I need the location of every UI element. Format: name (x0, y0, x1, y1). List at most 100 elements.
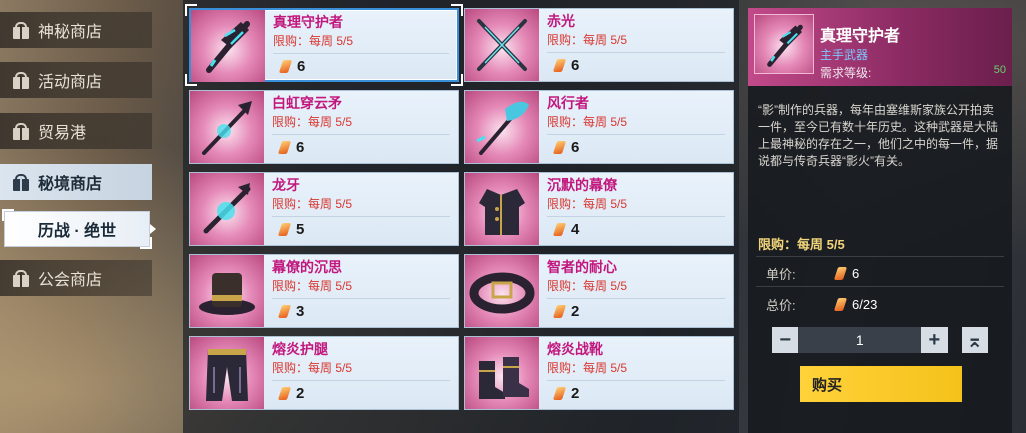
shop-item-price: 2 (277, 385, 305, 402)
sidebar-item-trade-port[interactable]: 贸易港 (0, 113, 152, 149)
shop-item-info: 智者的耐心 限购：每周 5/5 2 (539, 255, 733, 327)
shop-item-limit: 限购：每周 5/5 (547, 115, 628, 129)
selection-corner (185, 4, 197, 16)
shop-item-name: 龙牙 (272, 177, 300, 193)
shop-item-name: 白虹穿云矛 (272, 95, 342, 111)
sidebar-item-guild-shop[interactable]: 公会商店 (0, 260, 152, 296)
divider (273, 53, 449, 54)
shop-item-card[interactable]: 龙牙限购：每周 5/5 5 (189, 172, 459, 246)
shop-item-price-value: 5 (296, 221, 305, 238)
shop-item-name: 风行者 (547, 95, 589, 111)
currency-gem-icon (552, 223, 567, 236)
shop-item-card[interactable]: 沉默的幕僚限购：每周 5/5 4 (464, 172, 734, 246)
shop-item-price-value: 4 (571, 221, 580, 238)
shop-item-card[interactable]: 智者的耐心 限购：每周 5/5 2 (464, 254, 734, 328)
shop-item-card[interactable]: 真理守护者 限购：每周 5/5 6 (185, 4, 463, 86)
divider (272, 380, 450, 381)
quantity-field[interactable]: 1 (798, 327, 922, 353)
shop-item-name: 熔炎战靴 (547, 341, 603, 357)
divider (547, 216, 725, 217)
detail-item-type: 主手武器 (820, 48, 869, 62)
sub-tab-battle-peerless[interactable]: 历战 · 绝世 (2, 209, 152, 249)
increase-quantity-button[interactable]: + (921, 327, 948, 353)
shop-item-price: 6 (278, 58, 306, 75)
decrease-quantity-button[interactable]: − (772, 327, 799, 353)
shop-item-limit: 限购：每周 5/5 (547, 33, 628, 47)
currency-gem-icon (552, 387, 567, 400)
max-quantity-button[interactable]: ⌅ (961, 327, 989, 353)
shop-item-price: 2 (552, 385, 579, 402)
detail-purchase-limit: 限购：每周 5/5 (758, 237, 845, 252)
sub-tab-arrow-icon (150, 224, 156, 234)
shop-item-info: 风行者限购：每周 5/5 6 (539, 91, 733, 163)
shop-item-price-value: 3 (296, 303, 305, 320)
buy-button-label: 购买 (812, 376, 843, 394)
total-price-value: 6/23 (852, 297, 878, 312)
shop-item-price-value: 6 (297, 58, 306, 75)
item-detail-panel: 真理守护者 主手武器 需求等级: 50 “影”制作的兵器，每年由塞维斯家族公开拍… (748, 8, 1012, 433)
detail-header: 真理守护者 主手武器 需求等级: 50 (748, 8, 1012, 86)
shop-item-name: 沉默的幕僚 (547, 177, 617, 193)
sidebar-item-label: 秘境商店 (38, 176, 103, 193)
shop-item-card[interactable]: 幕僚的沉思 限购：每周 5/5 3 (189, 254, 459, 328)
shop-item-card[interactable]: 熔炎护腿 限购：每周 5/5 2 (189, 336, 459, 410)
detail-description: “影”制作的兵器，每年由塞维斯家族公开拍卖一件，至今已有数十年历史。这种武器是大… (758, 103, 999, 168)
currency-gem-icon (277, 141, 292, 154)
divider (272, 298, 450, 299)
divider (547, 298, 725, 299)
unit-price-row: 单价: 6 (766, 264, 859, 283)
shop-item-limit: 限购：每周 5/5 (547, 279, 628, 293)
shop-item-card[interactable]: 熔炎战靴 限购：每周 5/5 2 (464, 336, 734, 410)
sidebar-item-label: 公会商店 (38, 272, 103, 289)
spear-icon (190, 91, 264, 163)
shop-item-card[interactable]: 白虹穿云矛限购：每周 5/5 6 (189, 90, 459, 164)
crossed-swords-icon (465, 9, 539, 81)
total-price-row: 总价: 6/23 (766, 295, 877, 314)
shop-item-info: 龙牙限购：每周 5/5 5 (264, 173, 458, 245)
sidebar-item-secret-realm-shop[interactable]: 秘境商店 (0, 164, 152, 200)
divider (547, 134, 725, 135)
shop-item-card[interactable]: 赤光 限购：每周 5/5 6 (464, 8, 734, 82)
shop-item-info: 幕僚的沉思 限购：每周 5/5 3 (264, 255, 458, 327)
shop-item-price: 5 (277, 221, 305, 238)
selection-corner (451, 74, 463, 86)
currency-gem-icon (552, 59, 567, 72)
detail-item-name: 真理守护者 (820, 28, 901, 45)
shop-item-info: 熔炎战靴 限购：每周 5/5 2 (539, 337, 733, 409)
shop-item-limit: 限购：每周 5/5 (272, 361, 353, 375)
pants-icon (190, 337, 264, 409)
hat-icon (190, 255, 264, 327)
shop-item-price: 3 (277, 303, 305, 320)
shop-item-info: 熔炎护腿 限购：每周 5/5 2 (264, 337, 458, 409)
shop-item-info: 沉默的幕僚限购：每周 5/5 4 (539, 173, 733, 245)
shop-item-price: 6 (552, 139, 580, 156)
shop-item-limit: 限购：每周 5/5 (272, 115, 353, 129)
blade-icon (190, 173, 264, 245)
shop-item-price-value: 2 (571, 303, 580, 320)
shop-item-limit: 限购：每周 5/5 (547, 197, 628, 211)
divider (756, 256, 1004, 257)
quantity-stepper: − 1 + ⌅ (772, 327, 989, 353)
shop-item-card[interactable]: 风行者限购：每周 5/5 6 (464, 90, 734, 164)
shop-item-limit: 限购：每周 5/5 (273, 34, 354, 48)
sidebar-item-mystery-shop[interactable]: 神秘商店 (0, 12, 152, 48)
buy-button[interactable]: 购买 (800, 366, 962, 402)
shop-item-limit: 限购：每周 5/5 (272, 279, 353, 293)
unit-price-value: 6 (852, 266, 860, 281)
detail-required-level-label: 需求等级: (820, 66, 872, 80)
currency-gem-icon (277, 387, 292, 400)
unit-price-label: 单价: (766, 267, 796, 282)
shop-item-price-value: 2 (296, 385, 305, 402)
currency-gem-icon (833, 267, 848, 280)
shop-item-info: 白虹穿云矛限购：每周 5/5 6 (264, 91, 458, 163)
shop-item-price-value: 6 (571, 57, 580, 74)
shop-item-limit: 限购：每周 5/5 (272, 197, 353, 211)
shop-item-price: 6 (277, 139, 304, 156)
shop-item-info: 赤光 限购：每周 5/5 6 (539, 9, 733, 81)
gift-icon (12, 122, 30, 140)
shop-item-price: 6 (552, 57, 580, 74)
detail-required-level-value: 50 (993, 64, 1006, 76)
shop-item-price-value: 6 (571, 139, 580, 156)
sidebar-item-event-shop[interactable]: 活动商店 (0, 62, 152, 98)
coat-icon (465, 173, 539, 245)
